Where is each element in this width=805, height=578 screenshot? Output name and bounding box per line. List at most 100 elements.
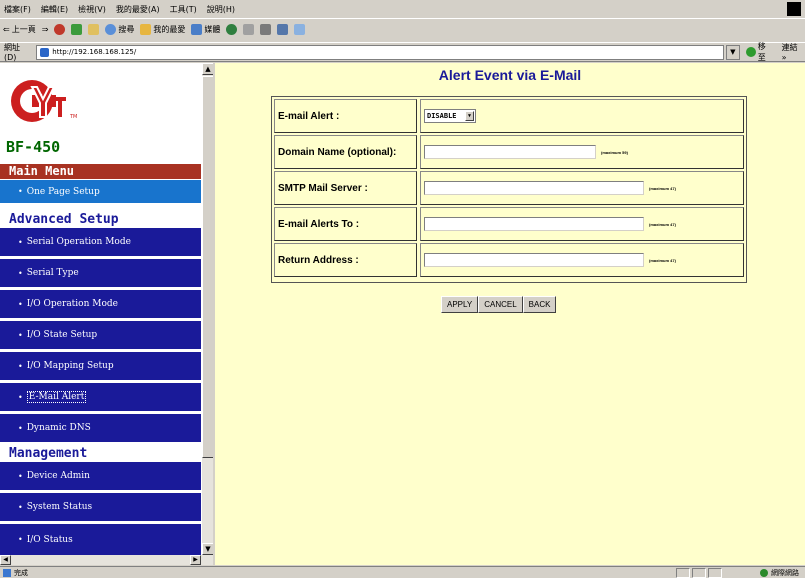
sidebar-vertical-scrollbar[interactable]: ▲ ▼: [201, 63, 213, 555]
nav-label: Dynamic DNS: [26, 423, 91, 433]
search-icon: [105, 24, 117, 35]
main-frame: Alert Event via E-Mail E-mail Alert : DI…: [213, 63, 805, 565]
security-zone: 網際網路: [760, 568, 799, 578]
cancel-button[interactable]: CANCEL: [478, 296, 523, 313]
forward-button[interactable]: ⇒: [42, 25, 49, 34]
bullet-icon: •: [18, 268, 23, 278]
return-address-hint: (maximum 47): [649, 257, 676, 263]
back-label: 上一頁: [11, 25, 36, 34]
form-buttons: APPLY CANCEL BACK: [441, 296, 557, 313]
model-name: BF-450: [6, 138, 61, 156]
scroll-down-button[interactable]: ▼: [202, 543, 213, 555]
address-input[interactable]: http://192.168.168.125/: [36, 44, 724, 60]
email-alert-select[interactable]: DISABLE ▼: [424, 109, 476, 123]
domain-name-input[interactable]: [424, 145, 596, 159]
alerts-to-hint: (maximum 47): [649, 221, 676, 227]
search-button[interactable]: 搜尋: [105, 24, 134, 35]
media-label: 媒體: [204, 25, 221, 34]
favorites-icon: [140, 24, 152, 35]
mail-button[interactable]: [243, 24, 255, 35]
menu-favorites[interactable]: 我的最愛(A): [116, 4, 160, 15]
left-frame: TM BF-450 Main Menu • One Page Setup Adv…: [0, 63, 213, 565]
return-address-input[interactable]: [424, 253, 644, 267]
edit-button[interactable]: [277, 24, 289, 35]
status-pane: [692, 568, 706, 578]
discuss-icon: [294, 24, 306, 35]
domain-name-label: Domain Name (optional):: [274, 135, 417, 169]
history-button[interactable]: [226, 24, 238, 35]
nav-serial-type[interactable]: • Serial Type: [0, 259, 201, 287]
nav-label: One Page Setup: [26, 186, 100, 197]
smtp-server-input[interactable]: [424, 181, 644, 195]
sidebar-horizontal-scrollbar[interactable]: ◀ ▶: [0, 555, 213, 565]
management-heading: Management: [0, 446, 201, 461]
sidebar: TM BF-450 Main Menu • One Page Setup Adv…: [0, 63, 201, 555]
back-page-button[interactable]: BACK: [522, 296, 557, 313]
alerts-to-input[interactable]: [424, 217, 644, 231]
favorites-label: 我的最愛: [153, 25, 186, 34]
toolbar: ⇐ 上一頁 ⇒ 搜尋 我的最愛 媒體: [0, 18, 805, 40]
email-alert-label: E-mail Alert :: [274, 99, 417, 133]
nav-dynamic-dns[interactable]: • Dynamic DNS: [0, 414, 201, 442]
media-button[interactable]: 媒體: [191, 24, 220, 35]
brand-logo: TM: [11, 80, 77, 122]
nav-system-status[interactable]: • System Status: [0, 493, 201, 521]
menu-help[interactable]: 說明(H): [207, 4, 235, 15]
forward-arrow-icon: ⇒: [41, 25, 49, 34]
return-address-label: Return Address :: [274, 243, 417, 277]
bullet-icon: •: [18, 423, 23, 433]
nav-io-operation-mode[interactable]: • I/O Operation Mode: [0, 290, 201, 318]
menu-file[interactable]: 檔案(F): [4, 4, 31, 15]
bullet-icon: •: [18, 187, 23, 196]
scroll-right-button[interactable]: ▶: [190, 555, 201, 565]
return-address-cell: (maximum 47): [420, 243, 744, 277]
nav-label: I/O Operation Mode: [26, 299, 118, 309]
nav-label: Serial Type: [26, 268, 79, 278]
back-arrow-icon: ⇐: [3, 25, 10, 34]
email-alert-cell: DISABLE ▼: [420, 99, 744, 133]
nav-io-status[interactable]: • I/O Status: [0, 524, 201, 555]
go-button[interactable]: 移至: [745, 41, 774, 63]
scroll-up-button[interactable]: ▲: [202, 63, 213, 75]
page-title: Alert Event via E-Mail: [438, 67, 582, 83]
go-arrow-icon: [745, 47, 756, 57]
page-icon: [40, 47, 50, 57]
nav-label: I/O Status: [26, 534, 73, 545]
menu-tools[interactable]: 工具(T): [170, 4, 197, 15]
status-bar: 完成 網際網路: [0, 566, 805, 578]
print-button[interactable]: [260, 24, 272, 35]
nav-email-alert[interactable]: • E-Mail Alert: [0, 383, 201, 411]
nav-io-mapping-setup[interactable]: • I/O Mapping Setup: [0, 352, 201, 380]
menu-edit[interactable]: 編輯(E): [41, 4, 68, 15]
form-row-return-address: Return Address : (maximum 47): [274, 243, 744, 277]
form-row-email-alert: E-mail Alert : DISABLE ▼: [274, 99, 744, 133]
svg-text:TM: TM: [69, 114, 77, 120]
nav-device-admin[interactable]: • Device Admin: [0, 462, 201, 490]
links-button[interactable]: 連結 »: [782, 42, 805, 62]
scroll-thumb[interactable]: [202, 76, 213, 458]
scroll-left-button[interactable]: ◀: [0, 555, 11, 565]
apply-button[interactable]: APPLY: [441, 296, 479, 313]
address-dropdown-button[interactable]: ▼: [725, 44, 740, 60]
nav-io-state-setup[interactable]: • I/O State Setup: [0, 321, 201, 349]
alerts-to-cell: (maximum 47): [420, 207, 744, 241]
nav-one-page-setup[interactable]: • One Page Setup: [0, 180, 201, 203]
zone-label: 網際網路: [771, 569, 799, 577]
refresh-button[interactable]: [71, 24, 83, 35]
home-icon: [88, 24, 100, 35]
stop-button[interactable]: [54, 24, 66, 35]
chevron-down-icon: ▼: [465, 111, 474, 121]
nav-serial-operation-mode[interactable]: • Serial Operation Mode: [0, 228, 201, 256]
discuss-button[interactable]: [294, 24, 306, 35]
bullet-icon: •: [18, 299, 23, 309]
back-button[interactable]: ⇐ 上一頁: [3, 24, 36, 35]
smtp-server-hint: (maximum 47): [649, 185, 676, 191]
nav-label: I/O Mapping Setup: [26, 361, 114, 371]
menu-view[interactable]: 檢視(V): [78, 4, 106, 15]
home-button[interactable]: [88, 24, 100, 35]
bullet-icon: •: [18, 535, 23, 544]
smtp-server-label: SMTP Mail Server :: [274, 171, 417, 205]
favorites-button[interactable]: 我的最愛: [140, 24, 185, 35]
nav-label: Device Admin: [26, 471, 90, 481]
main-menu-heading: Main Menu: [0, 164, 201, 179]
